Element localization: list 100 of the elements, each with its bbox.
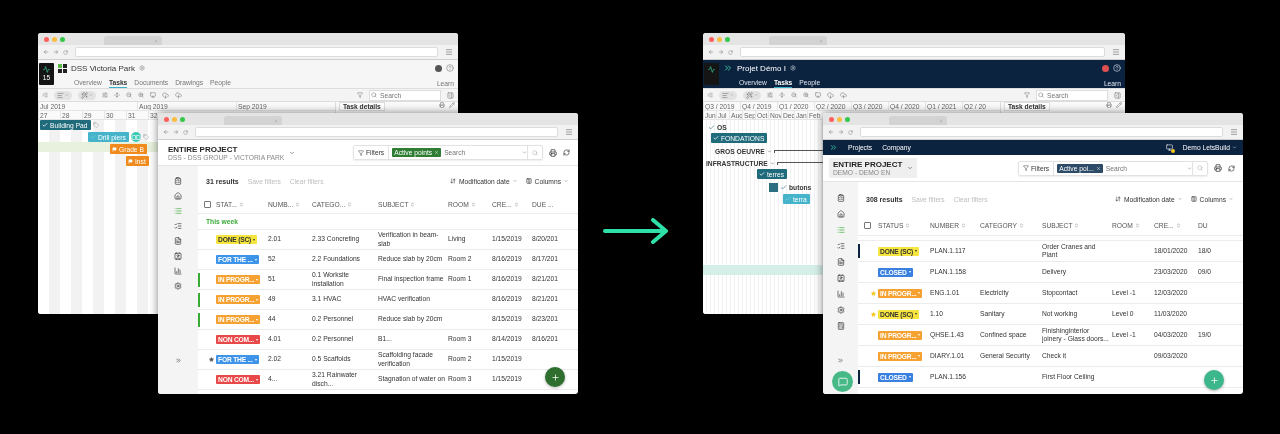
back-icon[interactable] bbox=[828, 129, 834, 135]
user-avatar[interactable] bbox=[1102, 64, 1109, 72]
back-icon[interactable] bbox=[163, 129, 169, 135]
reload-icon[interactable] bbox=[63, 49, 68, 55]
list-icon[interactable] bbox=[836, 226, 845, 234]
address-field[interactable] bbox=[75, 47, 438, 57]
back-icon[interactable] bbox=[708, 49, 714, 55]
close-button[interactable] bbox=[829, 116, 834, 122]
print-icon[interactable] bbox=[1106, 102, 1112, 108]
milestone-marker[interactable] bbox=[769, 182, 778, 192]
sort-icon bbox=[1074, 223, 1080, 228]
home-icon[interactable] bbox=[174, 192, 182, 200]
caret-icon[interactable] bbox=[1187, 165, 1192, 171]
settings-icon[interactable] bbox=[174, 282, 182, 290]
reload-icon[interactable] bbox=[728, 49, 733, 55]
maximize-button[interactable] bbox=[180, 116, 185, 122]
forward-icon[interactable] bbox=[173, 129, 179, 135]
address-field[interactable] bbox=[195, 127, 558, 137]
print-icon[interactable] bbox=[439, 102, 445, 108]
app-switcher[interactable] bbox=[704, 63, 719, 85]
menu-icon[interactable] bbox=[565, 128, 573, 136]
calculator-icon[interactable] bbox=[836, 322, 845, 330]
checklist-icon[interactable] bbox=[174, 222, 182, 230]
zoom-out-icon[interactable] bbox=[791, 92, 797, 98]
minimize-button[interactable] bbox=[837, 116, 842, 122]
print-icon[interactable] bbox=[1214, 164, 1222, 172]
close-button[interactable] bbox=[709, 36, 714, 42]
list-icon[interactable] bbox=[174, 207, 182, 215]
home-icon[interactable] bbox=[836, 210, 845, 218]
collapse-icon[interactable] bbox=[114, 92, 120, 98]
view-dropdown[interactable] bbox=[54, 90, 72, 100]
reload-icon[interactable] bbox=[183, 129, 188, 135]
logo-icon bbox=[58, 63, 67, 73]
refresh-icon[interactable] bbox=[563, 149, 570, 156]
menu-icon[interactable] bbox=[1230, 128, 1238, 136]
contact-icon[interactable] bbox=[174, 252, 182, 260]
monitor-icon[interactable] bbox=[815, 92, 821, 98]
zoom-in-icon[interactable] bbox=[138, 92, 144, 98]
clipboard-icon[interactable] bbox=[836, 194, 845, 202]
sliders-icon[interactable] bbox=[102, 92, 108, 98]
notification-icon[interactable] bbox=[1165, 144, 1173, 151]
sort-icon bbox=[961, 223, 966, 228]
panel-icon[interactable] bbox=[447, 91, 454, 99]
outline-icon[interactable] bbox=[42, 92, 48, 98]
collapse-icon[interactable] bbox=[779, 92, 785, 98]
edit-icon[interactable] bbox=[1116, 102, 1122, 108]
maximize-button[interactable] bbox=[60, 36, 65, 42]
maximize-button[interactable] bbox=[725, 36, 730, 42]
close-button[interactable] bbox=[164, 116, 169, 122]
add-button[interactable] bbox=[545, 367, 565, 387]
view-dropdown[interactable] bbox=[719, 90, 737, 100]
expand-icon[interactable] bbox=[837, 357, 844, 364]
zoom-in-icon[interactable] bbox=[803, 92, 809, 98]
tools-dropdown[interactable] bbox=[743, 90, 761, 100]
settings-icon[interactable] bbox=[836, 306, 845, 314]
cloud-upload-icon[interactable] bbox=[840, 91, 847, 99]
reload-icon[interactable] bbox=[848, 129, 853, 135]
checklist-icon[interactable] bbox=[836, 242, 845, 250]
menu-icon[interactable] bbox=[445, 48, 453, 56]
refresh-icon[interactable] bbox=[1228, 164, 1235, 172]
user-avatar[interactable] bbox=[435, 64, 442, 72]
chart-icon[interactable] bbox=[174, 267, 182, 275]
forward-icon[interactable] bbox=[718, 49, 724, 55]
monitor-icon[interactable] bbox=[150, 92, 156, 98]
cloud-download-icon[interactable] bbox=[162, 91, 169, 99]
chart-icon[interactable] bbox=[836, 290, 845, 298]
address-field[interactable] bbox=[740, 47, 1105, 57]
outline-icon[interactable] bbox=[707, 92, 713, 98]
minimize-button[interactable] bbox=[172, 116, 177, 122]
file-icon[interactable] bbox=[836, 258, 845, 266]
cloud-download-icon[interactable] bbox=[827, 91, 834, 99]
sliders-icon[interactable] bbox=[767, 92, 773, 98]
sort-icon bbox=[1018, 223, 1024, 228]
forward-icon[interactable] bbox=[53, 49, 59, 55]
star-icon[interactable] bbox=[209, 357, 214, 362]
minimize-button[interactable] bbox=[717, 36, 722, 42]
cloud-upload-icon[interactable] bbox=[175, 91, 182, 99]
maximize-button[interactable] bbox=[845, 116, 850, 122]
back-icon[interactable] bbox=[43, 49, 49, 55]
file-icon[interactable] bbox=[174, 237, 182, 245]
caret-icon[interactable] bbox=[522, 150, 527, 155]
clipboard-icon[interactable] bbox=[174, 177, 182, 185]
menu-icon[interactable] bbox=[1112, 48, 1120, 56]
select-all-checkbox[interactable] bbox=[204, 201, 211, 208]
filter-icon[interactable] bbox=[357, 92, 363, 98]
edit-icon[interactable] bbox=[449, 102, 455, 108]
tools-dropdown[interactable] bbox=[78, 90, 96, 100]
address-field[interactable] bbox=[860, 127, 1223, 137]
select-all-checkbox[interactable] bbox=[864, 222, 871, 229]
forward-icon[interactable] bbox=[838, 129, 844, 135]
add-button[interactable] bbox=[1204, 370, 1224, 390]
print-icon[interactable] bbox=[549, 148, 557, 157]
sort-icon bbox=[238, 202, 244, 207]
panel-icon[interactable] bbox=[1114, 91, 1121, 99]
expand-icon[interactable] bbox=[174, 357, 182, 364]
contact-icon[interactable] bbox=[836, 274, 845, 282]
filter-icon[interactable] bbox=[1024, 92, 1030, 98]
minimize-button[interactable] bbox=[52, 36, 57, 42]
zoom-out-icon[interactable] bbox=[126, 92, 132, 98]
close-button[interactable] bbox=[44, 36, 49, 42]
